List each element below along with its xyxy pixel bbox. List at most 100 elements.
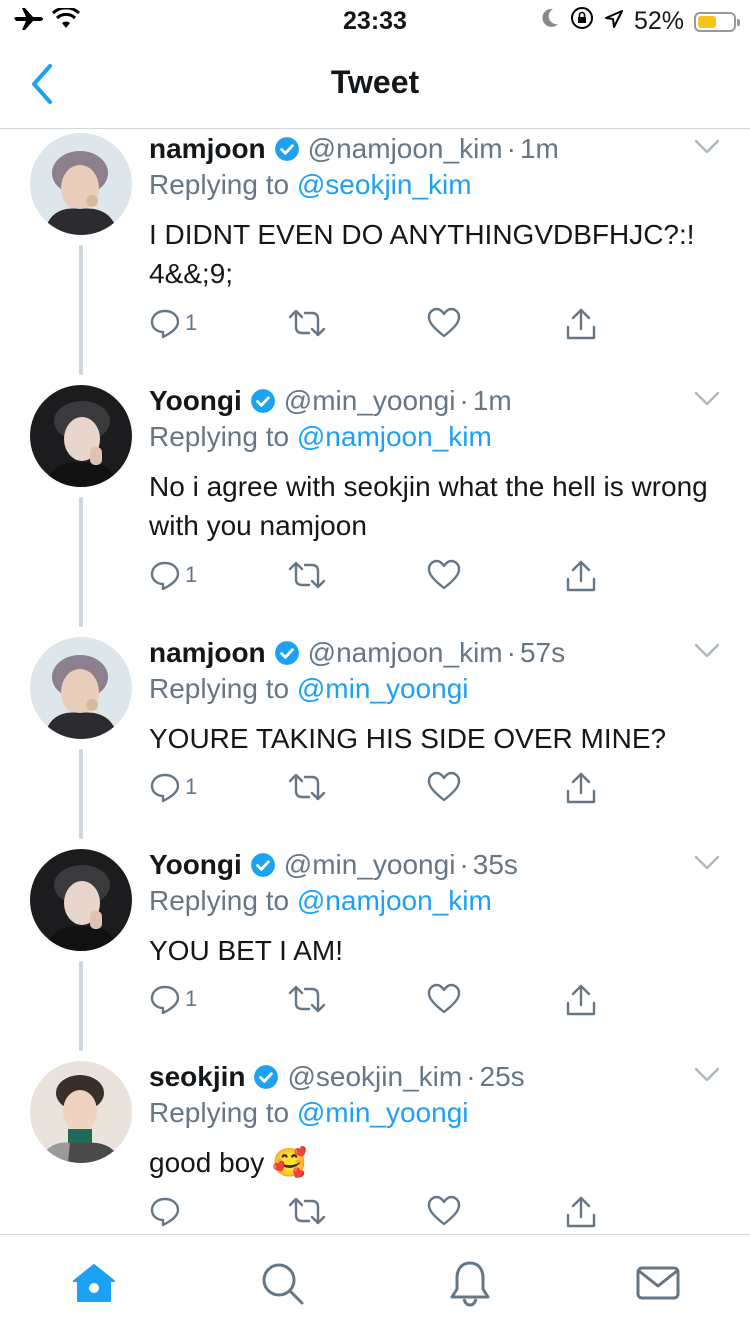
tweet-actions: 1	[149, 771, 609, 811]
replying-to-link[interactable]: @namjoon_kim	[297, 421, 492, 452]
retweet-button[interactable]	[287, 559, 327, 591]
battery-level	[698, 15, 716, 28]
display-name[interactable]: seokjin	[149, 1061, 245, 1093]
retweet-icon	[288, 985, 326, 1013]
avatar[interactable]	[30, 637, 132, 739]
reply-button[interactable]	[149, 1195, 185, 1227]
tweet-actions: 1	[149, 559, 609, 599]
display-name[interactable]: Yoongi	[149, 849, 242, 881]
reply-icon	[150, 773, 180, 803]
replying-to: Replying to @min_yoongi	[149, 673, 469, 705]
reply-button[interactable]: 1	[149, 983, 197, 1015]
tweet[interactable]: namjoon @namjoon_kim · 1m Replying to @s…	[0, 129, 750, 375]
share-button[interactable]	[565, 1195, 597, 1229]
retweet-icon	[288, 309, 326, 337]
share-button[interactable]	[565, 559, 597, 593]
like-button[interactable]	[427, 983, 461, 1015]
avatar[interactable]	[30, 1061, 132, 1163]
retweet-button[interactable]	[287, 771, 327, 803]
display-name[interactable]: namjoon	[149, 133, 266, 165]
page-title: Tweet	[330, 64, 420, 100]
status-right: 52%	[540, 6, 740, 37]
tweet[interactable]: namjoon @namjoon_kim · 57s Replying to @…	[0, 633, 750, 845]
avatar[interactable]	[30, 385, 132, 487]
reply-button[interactable]: 1	[149, 771, 197, 803]
retweet-icon	[288, 773, 326, 801]
replying-to-link[interactable]: @namjoon_kim	[297, 885, 492, 916]
reply-button[interactable]: 1	[149, 559, 197, 591]
replying-label: Replying to	[149, 169, 290, 200]
replying-to-link[interactable]: @min_yoongi	[297, 1097, 469, 1128]
heart-icon	[427, 559, 461, 590]
separator-dot: ·	[506, 133, 516, 164]
share-icon	[566, 984, 596, 1016]
home-icon	[73, 1264, 115, 1302]
separator-dot: ·	[466, 1061, 476, 1092]
tweet-time: 57s	[519, 637, 566, 668]
display-name[interactable]: namjoon	[149, 637, 266, 669]
retweet-icon	[288, 1197, 326, 1225]
replying-to-link[interactable]: @min_yoongi	[297, 673, 469, 704]
chevron-down-icon[interactable]	[694, 643, 720, 659]
tweet-header: namjoon @namjoon_kim · 57s	[149, 633, 565, 673]
moon-icon	[540, 7, 560, 36]
tab-messages[interactable]	[634, 1259, 682, 1307]
separator-dot: ·	[459, 849, 469, 880]
replying-label: Replying to	[149, 885, 290, 916]
retweet-button[interactable]	[287, 983, 327, 1015]
battery-percent: 52%	[633, 7, 684, 35]
user-handle[interactable]: @seokjin_kim	[287, 1061, 462, 1093]
replying-to: Replying to @namjoon_kim	[149, 421, 492, 453]
reply-count: 1	[185, 986, 198, 1011]
user-handle[interactable]: @min_yoongi	[284, 385, 456, 417]
tweet[interactable]: Yoongi @min_yoongi · 35s Replying to @na…	[0, 845, 750, 1057]
avatar[interactable]	[30, 133, 132, 235]
reply-icon	[150, 1197, 180, 1227]
tweet-text: YOU BET I AM!	[149, 935, 343, 966]
display-name[interactable]: Yoongi	[149, 385, 242, 417]
user-handle[interactable]: @namjoon_kim	[308, 637, 503, 669]
tweet-actions: 1	[149, 307, 609, 347]
reply-count: 1	[185, 310, 198, 335]
status-bar: 23:33 52%	[0, 0, 750, 40]
share-icon	[566, 560, 596, 592]
user-handle[interactable]: @namjoon_kim	[308, 133, 503, 165]
heart-icon	[427, 771, 461, 802]
like-button[interactable]	[427, 307, 461, 339]
tweet-text: good boy 🥰	[149, 1147, 307, 1178]
nav-bar: Tweet	[0, 40, 750, 129]
chevron-down-icon[interactable]	[694, 1067, 720, 1083]
like-button[interactable]	[427, 771, 461, 803]
replying-label: Replying to	[149, 421, 290, 452]
tweet-text: No i agree with seokjin what the hell is…	[149, 471, 708, 541]
notifications-icon	[450, 1261, 490, 1307]
tweet[interactable]: Yoongi @min_yoongi · 1m Replying to @nam…	[0, 381, 750, 627]
tweet-header: namjoon @namjoon_kim · 1m	[149, 129, 559, 169]
avatar[interactable]	[30, 849, 132, 951]
share-button[interactable]	[565, 307, 597, 341]
verified-badge-icon	[274, 137, 299, 161]
tab-home[interactable]	[70, 1259, 118, 1307]
verified-badge-icon	[250, 389, 275, 413]
conversation-thread[interactable]: namjoon @namjoon_kim · 1m Replying to @s…	[0, 129, 750, 1233]
retweet-button[interactable]	[287, 1195, 327, 1227]
replying-to-link[interactable]: @seokjin_kim	[297, 169, 472, 200]
tab-search[interactable]	[258, 1259, 306, 1307]
retweet-button[interactable]	[287, 307, 327, 339]
chevron-down-icon[interactable]	[694, 855, 720, 871]
share-button[interactable]	[565, 983, 597, 1017]
tweet[interactable]: seokjin @seokjin_kim · 25s Replying to @…	[0, 1057, 750, 1233]
chevron-down-icon[interactable]	[694, 139, 720, 155]
reply-button[interactable]: 1	[149, 307, 197, 339]
tweet-actions: 1	[149, 983, 609, 1023]
share-button[interactable]	[565, 771, 597, 805]
tab-notifications[interactable]	[446, 1259, 494, 1307]
chevron-down-icon[interactable]	[694, 391, 720, 407]
reply-count: 1	[185, 562, 198, 587]
replying-label: Replying to	[149, 673, 290, 704]
user-handle[interactable]: @min_yoongi	[284, 849, 456, 881]
replying-to: Replying to @min_yoongi	[149, 1097, 469, 1129]
like-button[interactable]	[427, 559, 461, 591]
messages-icon	[636, 1266, 680, 1300]
like-button[interactable]	[427, 1195, 461, 1227]
